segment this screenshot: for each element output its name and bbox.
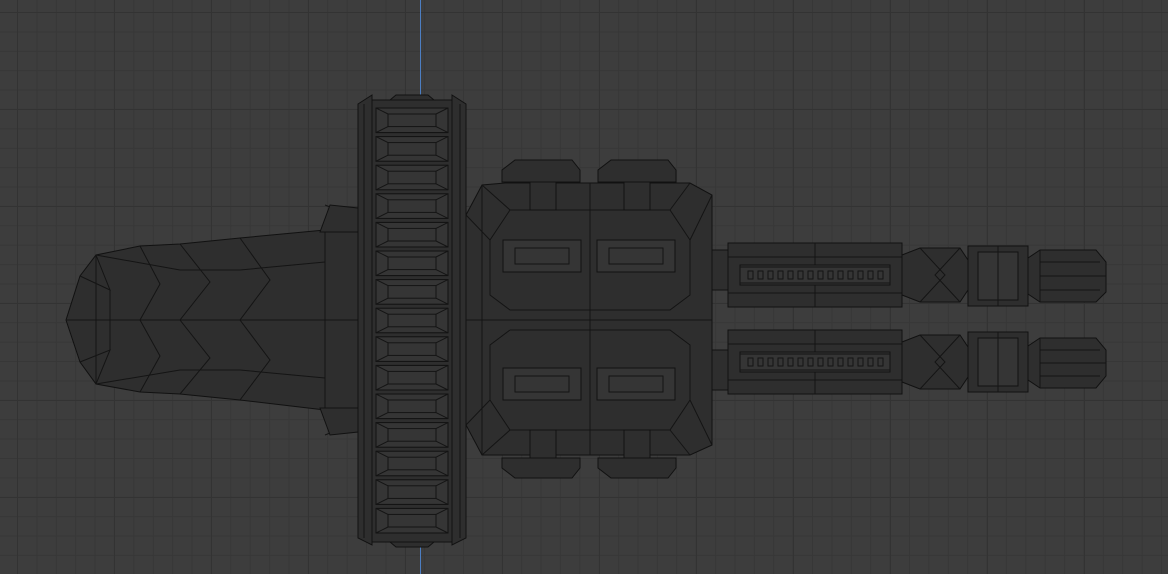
nose-cone[interactable] bbox=[65, 204, 359, 436]
3d-viewport[interactable] bbox=[0, 0, 1168, 574]
rotating-ring[interactable] bbox=[357, 94, 467, 548]
engine-rails[interactable] bbox=[711, 242, 969, 395]
spaceship-mesh-icon[interactable] bbox=[0, 0, 1168, 574]
central-block[interactable] bbox=[465, 159, 713, 479]
thrusters[interactable] bbox=[967, 245, 1107, 393]
